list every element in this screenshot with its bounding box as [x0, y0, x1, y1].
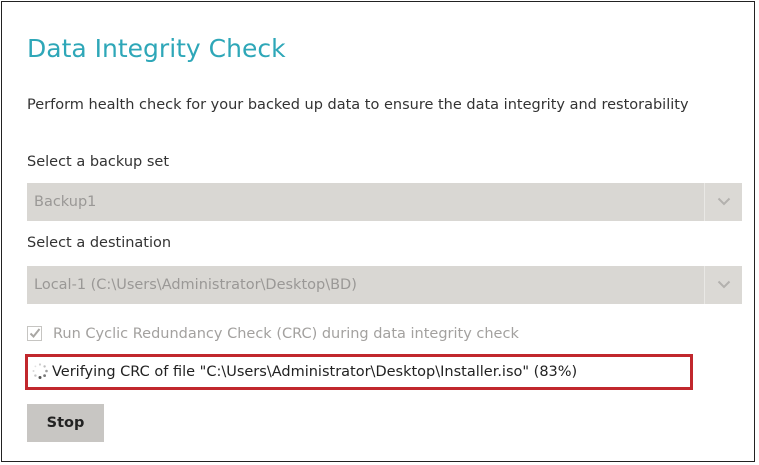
page-title: Data Integrity Check: [27, 34, 286, 63]
data-integrity-check-panel: Data Integrity Check Perform health chec…: [1, 1, 755, 462]
backup-set-select[interactable]: Backup1: [27, 183, 742, 221]
destination-dropdown-button[interactable]: [704, 266, 742, 304]
crc-option-label: Run Cyclic Redundancy Check (CRC) during…: [53, 326, 519, 342]
status-message: Verifying CRC of file "C:\Users\Administ…: [25, 354, 693, 390]
crc-checkbox[interactable]: [27, 326, 42, 341]
destination-value: Local-1 (C:\Users\Administrator\Desktop\…: [34, 277, 357, 293]
status-text: Verifying CRC of file "C:\Users\Administ…: [52, 364, 578, 380]
stop-button[interactable]: Stop: [27, 404, 104, 442]
backup-set-label: Select a backup set: [27, 154, 170, 170]
chevron-down-icon: [717, 280, 731, 289]
backup-set-dropdown-button[interactable]: [704, 183, 742, 221]
backup-set-value: Backup1: [34, 194, 97, 210]
checkmark-icon: [29, 328, 41, 338]
destination-label: Select a destination: [27, 235, 172, 251]
chevron-down-icon: [717, 197, 731, 206]
spinner-icon: [32, 363, 48, 379]
destination-select[interactable]: Local-1 (C:\Users\Administrator\Desktop\…: [27, 266, 742, 304]
description-text: Perform health check for your backed up …: [27, 97, 689, 113]
